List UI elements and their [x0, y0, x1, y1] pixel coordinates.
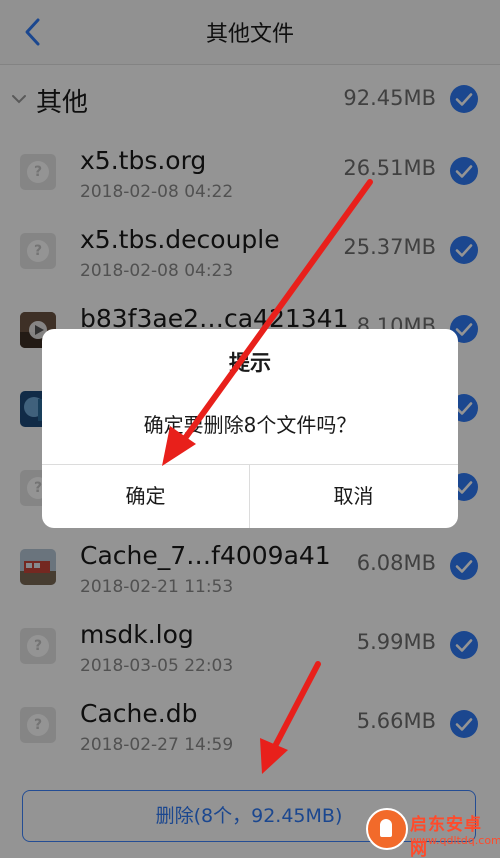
arrow-icon [260, 661, 321, 774]
watermark: 启东安卓网 www.qdltdq.com [366, 804, 500, 860]
arrow-icon [162, 179, 373, 466]
watermark-logo-icon [366, 808, 408, 850]
watermark-url: www.qdltdq.com [410, 834, 500, 847]
annotation-arrows [162, 179, 373, 774]
